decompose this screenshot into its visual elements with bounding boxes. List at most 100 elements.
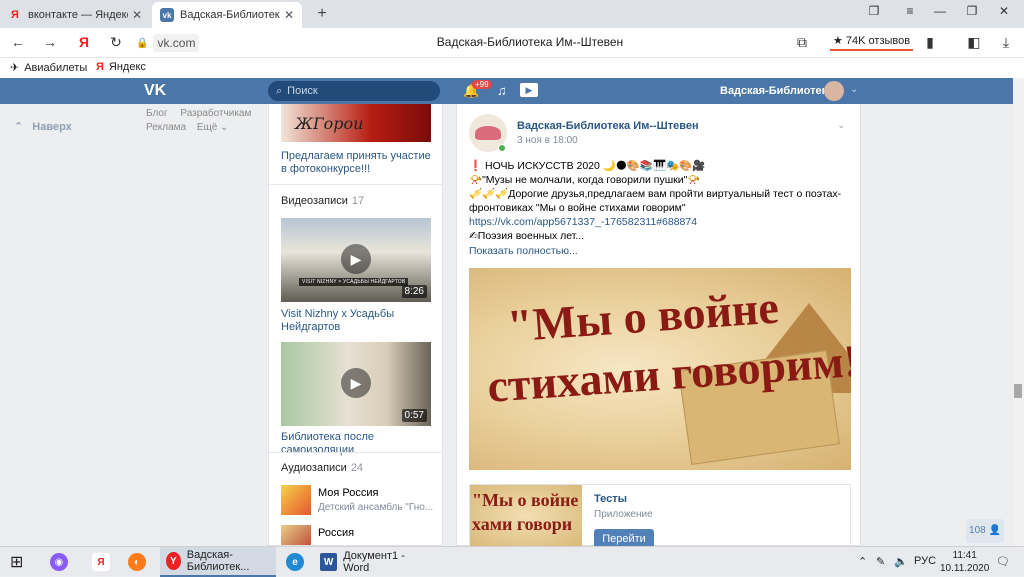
footer-link-more[interactable]: Ещё ⌄ [197, 122, 229, 133]
video-thumbnail[interactable]: ▶ 0:57 [281, 342, 431, 426]
reviews-badge[interactable]: ★ 74K отзывов [830, 32, 914, 51]
back-arrow-icon[interactable]: ← [8, 34, 28, 52]
reload-icon[interactable]: ↻ [106, 34, 126, 52]
user-name[interactable]: Вадская-Библиотека [720, 85, 833, 97]
avatar[interactable] [824, 81, 844, 101]
post-menu-chevron-icon[interactable]: ⌄ [837, 120, 845, 131]
video-play-icon[interactable]: ▶ [520, 83, 538, 97]
restore-icon[interactable]: ❐ [958, 4, 986, 18]
videos-header[interactable]: Видеозаписи 17 [281, 195, 364, 207]
search-placeholder: Поиск [287, 85, 318, 97]
audio-count: 24 [350, 462, 364, 474]
tab-yandex-search[interactable]: Я вконтакте — Яндекс: наш ✕ [0, 2, 150, 28]
taskbar-item-label: Документ1 - Word [343, 550, 405, 574]
divider [269, 452, 442, 453]
tab-title: вконтакте — Яндекс: наш [28, 9, 128, 21]
download-icon[interactable]: ⤓ [996, 34, 1016, 52]
video-duration: 0:57 [401, 409, 427, 422]
language-indicator[interactable]: РУС [914, 555, 936, 567]
search-input[interactable]: ⌕ Поиск [268, 81, 440, 101]
bookmark-label: Авиабилеты [24, 61, 88, 74]
audio-cover [281, 485, 311, 515]
audio-item[interactable]: Моя Россия Детский ансамбль "Гно... [281, 485, 441, 517]
taskbar-word-window[interactable]: W Документ1 - Word [320, 547, 430, 577]
edge-icon: e [286, 553, 304, 571]
close-window-icon[interactable]: ✕ [990, 4, 1018, 18]
show-more-link[interactable]: Показать полностью... [469, 245, 578, 258]
menu-icon[interactable]: ≡ [896, 4, 924, 18]
start-button[interactable]: ⊞ [10, 547, 23, 577]
footer-links-row: Блог Разработчикам [146, 108, 251, 119]
new-tab-button[interactable]: + [312, 4, 332, 24]
pen-icon[interactable]: ✎ [876, 555, 885, 568]
plane-icon: ✈ [10, 62, 20, 74]
audio-item[interactable]: Россия [281, 525, 441, 545]
clock-date: 10.11.2020 [940, 563, 990, 574]
bookmark-avia[interactable]: ✈ Авиабилеты [10, 61, 88, 75]
extensions-icon[interactable]: ◧ [964, 34, 984, 52]
app-title[interactable]: Тесты [594, 493, 627, 505]
audio-track-title: Моя Россия [318, 487, 379, 499]
tabs-view-icon[interactable]: ⧉ [792, 34, 812, 52]
scrollbar-thumb[interactable] [1014, 384, 1022, 398]
forward-arrow-icon[interactable]: → [40, 34, 60, 52]
tab-vk-page[interactable]: vk Вадская-Библиотека И ✕ [152, 2, 302, 28]
notifications-center-icon[interactable]: 🗨 [996, 555, 1010, 568]
chevron-down-icon[interactable]: ⌄ [850, 84, 858, 95]
video-title-link[interactable]: Visit Nizhny x Усадьбы Нейдгартов [281, 308, 431, 334]
yandex-app-button[interactable]: Я [92, 547, 116, 577]
minimize-icon[interactable]: — [926, 4, 954, 18]
audio-cover [281, 525, 311, 545]
tray-expand-icon[interactable]: ⌃ [858, 555, 867, 568]
yandex-home-icon[interactable]: Я [74, 34, 94, 52]
firefox-button[interactable]: ◐ [128, 547, 152, 577]
post-app-link[interactable]: https://vk.com/app5671337_-176582311#688… [469, 216, 697, 229]
taskbar-browser-window[interactable]: Y Вадская-Библиотек... [160, 547, 276, 577]
vk-header: VK ⌕ Поиск 🔔 +99 ♫ ▶ Вадская-Библиотека … [0, 78, 1024, 104]
footer-link-ads[interactable]: Реклама [146, 122, 186, 133]
app-thumbnail[interactable]: "Мы о войне хами говори [470, 485, 582, 547]
viewers-counter[interactable]: 108 👤 [966, 519, 1004, 543]
tab-title: Вадская-Библиотека И [180, 9, 280, 21]
notifications-badge: +99 [472, 80, 492, 89]
footer-link-dev[interactable]: Разработчикам [180, 108, 251, 119]
browser-tab-bar: Я вконтакте — Яндекс: наш ✕ vk Вадская-Б… [0, 0, 1024, 28]
post-image[interactable]: "Мы о войне стихами говорим!" [469, 268, 851, 470]
address-bar: ← → Я ↻ 🔒 vk.com Вадская-Библиотека Им--… [0, 28, 1024, 58]
yandex-browser-icon: Y [166, 552, 181, 570]
vk-logo-icon[interactable]: VK [144, 82, 170, 100]
music-icon[interactable]: ♫ [497, 83, 507, 98]
video-title-link[interactable]: Библиотека после самоизоляции [281, 431, 441, 457]
bookmark-yandex[interactable]: Я Яндекс [96, 61, 146, 73]
footer-links-row: Реклама Ещё ⌄ [146, 122, 229, 133]
close-tab-icon[interactable]: ✕ [284, 8, 294, 22]
footer-link-blog[interactable]: Блог [146, 108, 168, 119]
videos-count: 17 [351, 195, 365, 207]
scroll-to-top-button[interactable]: ⌃ Наверх [14, 120, 72, 133]
photo-caption-link[interactable]: Предлагаем принять участие в фотоконкурс… [281, 150, 431, 176]
yandex-icon: Я [11, 9, 19, 21]
post-text-line: фронтовиках "Мы о войне стихами говорим" [469, 202, 686, 214]
post-date[interactable]: 3 ноя в 18:00 [517, 135, 578, 146]
volume-icon[interactable]: 🔈 [894, 555, 908, 568]
contest-photo[interactable]: ЖГорои [281, 104, 431, 142]
video-thumbnail[interactable]: VISIT NIZHNY × УСАДЬБЫ НЕЙДГАРТОВ ▶ 8:26 [281, 218, 431, 302]
audio-artist[interactable]: Детский ансамбль "Гно... [318, 502, 440, 513]
system-clock[interactable]: 11:41 10.11.2020 [940, 549, 989, 575]
post-author[interactable]: Вадская-Библиотека Им--Штевен [517, 120, 699, 132]
alice-button[interactable]: ◉ [50, 547, 74, 577]
bookmark-label: Яндекс [108, 61, 146, 73]
play-icon: ▶ [341, 244, 371, 274]
yandex-icon: Я [92, 553, 110, 571]
close-tab-icon[interactable]: ✕ [132, 8, 142, 22]
firefox-icon: ◐ [128, 553, 146, 571]
taskbar-item-label: Вадская-Библиотек... [186, 549, 250, 573]
edge-button[interactable]: e [286, 547, 310, 577]
bookmark-icon[interactable]: ▮ [920, 34, 940, 52]
collections-icon[interactable]: ❐ [860, 4, 888, 18]
group-side-column: ЖГорои Предлагаем принять участие в фото… [268, 104, 443, 546]
audio-header[interactable]: Аудиозаписи 24 [281, 462, 363, 474]
url-field[interactable]: 🔒 vk.com [136, 33, 200, 53]
audio-track-title: Россия [318, 527, 355, 539]
page-scrollbar[interactable] [1013, 78, 1024, 546]
